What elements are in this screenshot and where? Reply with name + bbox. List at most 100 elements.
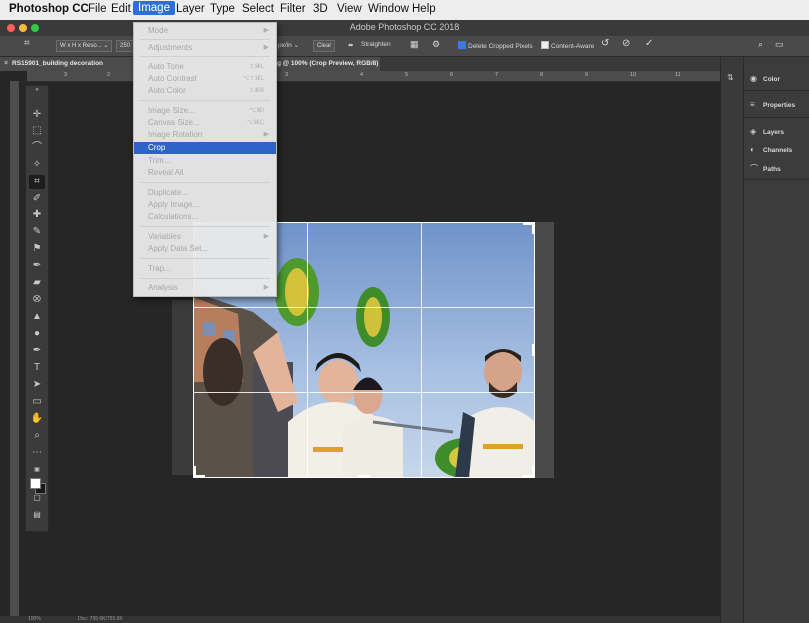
healing-brush-tool-icon[interactable]: ✚ xyxy=(29,208,45,222)
menu-type[interactable]: Type xyxy=(210,3,235,15)
type-tool-icon[interactable]: T xyxy=(29,361,45,375)
default-colors-icon[interactable]: ▣ xyxy=(29,463,45,477)
reset-icon[interactable]: ↺ xyxy=(601,38,609,49)
menu-select[interactable]: Select xyxy=(242,3,274,15)
menu-image[interactable]: Image xyxy=(133,1,175,15)
ruler-tick: 4 xyxy=(360,72,364,78)
crop-handle-bottom-left[interactable] xyxy=(193,466,196,478)
foreground-color-swatch[interactable] xyxy=(30,478,41,489)
menu-item-image-size[interactable]: Image Size... ⌥⌘I xyxy=(134,105,276,117)
window-title-bar: Adobe Photoshop CC 2018 xyxy=(0,20,809,36)
crop-tool-icon[interactable]: ⌗ xyxy=(29,175,45,189)
screen-mode-icon[interactable]: ▤ xyxy=(29,508,45,522)
menu-item-crop[interactable]: Crop xyxy=(134,142,276,154)
menu-layer[interactable]: Layer xyxy=(176,3,205,15)
close-tab-icon[interactable]: × xyxy=(4,57,8,71)
hand-tool-icon[interactable]: ✋ xyxy=(29,412,45,426)
menu-item-apply-image[interactable]: Apply Image... xyxy=(134,199,276,211)
menu-item-adjustments[interactable]: Adjustments ▶ xyxy=(134,42,276,54)
menu-help[interactable]: Help xyxy=(412,3,436,15)
eraser-tool-icon[interactable]: ▰ xyxy=(29,276,45,290)
menu-item-reveal-all[interactable]: Reveal All xyxy=(134,167,276,179)
magic-wand-tool-icon[interactable]: ✧ xyxy=(29,158,45,172)
dodge-tool-icon[interactable]: ● xyxy=(29,327,45,341)
panel-layers[interactable]: ◈ Layers xyxy=(750,127,784,136)
panel-dock-strip: ⇅ xyxy=(720,57,743,623)
menu-view[interactable]: View xyxy=(337,3,362,15)
zoom-level[interactable]: 100% xyxy=(28,616,41,622)
ruler-tick: 10 xyxy=(630,72,637,78)
document-size: Doc: 755.6K/755.6K xyxy=(78,616,123,622)
brush-tool-icon[interactable]: ✎ xyxy=(29,225,45,239)
ruler-tick: 3 xyxy=(285,72,289,78)
menu-item-canvas-size[interactable]: Canvas Size... ⌥⌘C xyxy=(134,117,276,129)
menu-3d[interactable]: 3D xyxy=(313,3,328,15)
menu-item-auto-color[interactable]: Auto Color ⇧⌘B xyxy=(134,85,276,97)
delete-cropped-label: Delete Cropped Pixels xyxy=(468,43,533,50)
ruler-tick: 6 xyxy=(450,72,454,78)
menu-item-trim[interactable]: Trim... xyxy=(134,155,276,167)
move-tool-icon[interactable]: ✛ xyxy=(29,108,45,122)
delete-cropped-checkbox[interactable]: Delete Cropped Pixels xyxy=(458,41,533,50)
menu-separator xyxy=(140,39,270,40)
workspace-icon[interactable]: ▭ xyxy=(775,39,784,50)
crop-tool-icon[interactable]: ⌗ xyxy=(24,38,30,49)
history-panel-icon[interactable]: ⇅ xyxy=(727,73,734,82)
panel-collapse-icon[interactable]: » xyxy=(29,86,45,94)
content-aware-checkbox[interactable]: Content-Aware xyxy=(541,41,594,50)
straighten-label[interactable]: Straighten xyxy=(361,41,391,48)
ruler-tick: 5 xyxy=(405,72,409,78)
overlay-grid-icon[interactable]: ▦ xyxy=(410,39,419,50)
paint-bucket-tool-icon[interactable]: ⭙ xyxy=(29,293,45,307)
crop-handle-bottom-right[interactable] xyxy=(532,466,535,478)
rectangle-tool-icon[interactable]: ▭ xyxy=(29,395,45,409)
lasso-tool-icon[interactable]: ⌒ xyxy=(29,141,45,155)
menu-separator xyxy=(140,56,270,57)
menu-item-auto-contrast[interactable]: Auto Contrast ⌥⇧⌘L xyxy=(134,73,276,85)
panel-channels[interactable]: ◐ Channels xyxy=(750,145,792,154)
crop-handle-right[interactable] xyxy=(532,344,535,356)
eyedropper-tool-icon[interactable]: ✐ xyxy=(29,192,45,206)
menu-item-variables[interactable]: Variables ▶ xyxy=(134,231,276,243)
clone-stamp-tool-icon[interactable]: ⚑ xyxy=(29,242,45,256)
menu-item-calculations[interactable]: Calculations... xyxy=(134,211,276,223)
path-selection-tool-icon[interactable]: ➤ xyxy=(29,378,45,392)
pen-tool-icon[interactable]: ✒ xyxy=(29,344,45,358)
straighten-icon[interactable]: ⬌ xyxy=(348,41,353,49)
menu-filter[interactable]: Filter xyxy=(280,3,306,15)
crop-handle-top-right[interactable] xyxy=(532,222,535,234)
clear-button[interactable]: Clear xyxy=(313,40,336,52)
crop-handle-bottom[interactable] xyxy=(358,475,370,478)
blur-tool-icon[interactable]: ▲ xyxy=(29,310,45,324)
menu-item-duplicate[interactable]: Duplicate... xyxy=(134,187,276,199)
commit-crop-icon[interactable]: ✓ xyxy=(645,38,653,49)
settings-gear-icon[interactable]: ⚙ xyxy=(432,39,440,50)
zoom-tool-icon[interactable]: ⌕ xyxy=(29,429,45,443)
panel-color[interactable]: ◉ Color xyxy=(750,74,780,83)
menu-item-image-rotation[interactable]: Image Rotation ▶ xyxy=(134,129,276,141)
resolution-unit-dropdown[interactable]: px/in ⌄ xyxy=(278,41,299,49)
panel-layers-label: Layers xyxy=(763,129,784,136)
menu-edit[interactable]: Edit xyxy=(111,3,131,15)
ratio-dropdown[interactable]: W x H x Reso... ⌄ xyxy=(56,40,113,52)
panels-dock: ◉ Color ≡ Properties ◈ Layers ◐ Channels ⌒ Pa… xyxy=(743,57,809,623)
menu-item-mode[interactable]: Mode ▶ xyxy=(134,25,276,37)
marquee-tool-icon[interactable]: ⬚ xyxy=(29,124,45,138)
menu-window[interactable]: Window xyxy=(368,3,409,15)
image-menu: Mode ▶ Adjustments ▶ Auto Tone ⇧⌘L Auto Con… xyxy=(133,22,277,297)
ruler-tick: 11 xyxy=(675,72,681,78)
menu-app-name[interactable]: Photoshop CC xyxy=(9,3,89,15)
history-brush-tool-icon[interactable]: ✒ xyxy=(29,259,45,273)
menu-item-trap[interactable]: Trap... xyxy=(134,263,276,275)
panel-separator xyxy=(744,179,809,180)
panel-paths[interactable]: ⌒ Paths xyxy=(750,163,781,174)
menu-item-apply-data-set[interactable]: Apply Data Set... xyxy=(134,243,276,255)
quick-mask-icon[interactable]: ▢ xyxy=(29,491,45,505)
menu-file[interactable]: File xyxy=(88,3,107,15)
search-icon[interactable]: ⌕ xyxy=(758,39,763,50)
menu-item-auto-tone[interactable]: Auto Tone ⇧⌘L xyxy=(134,61,276,73)
cancel-crop-icon[interactable]: ⊘ xyxy=(622,38,630,49)
menu-item-analysis[interactable]: Analysis ▶ xyxy=(134,282,276,294)
more-tools-icon[interactable]: ⋯ xyxy=(29,446,45,460)
panel-properties[interactable]: ≡ Properties xyxy=(750,100,795,109)
